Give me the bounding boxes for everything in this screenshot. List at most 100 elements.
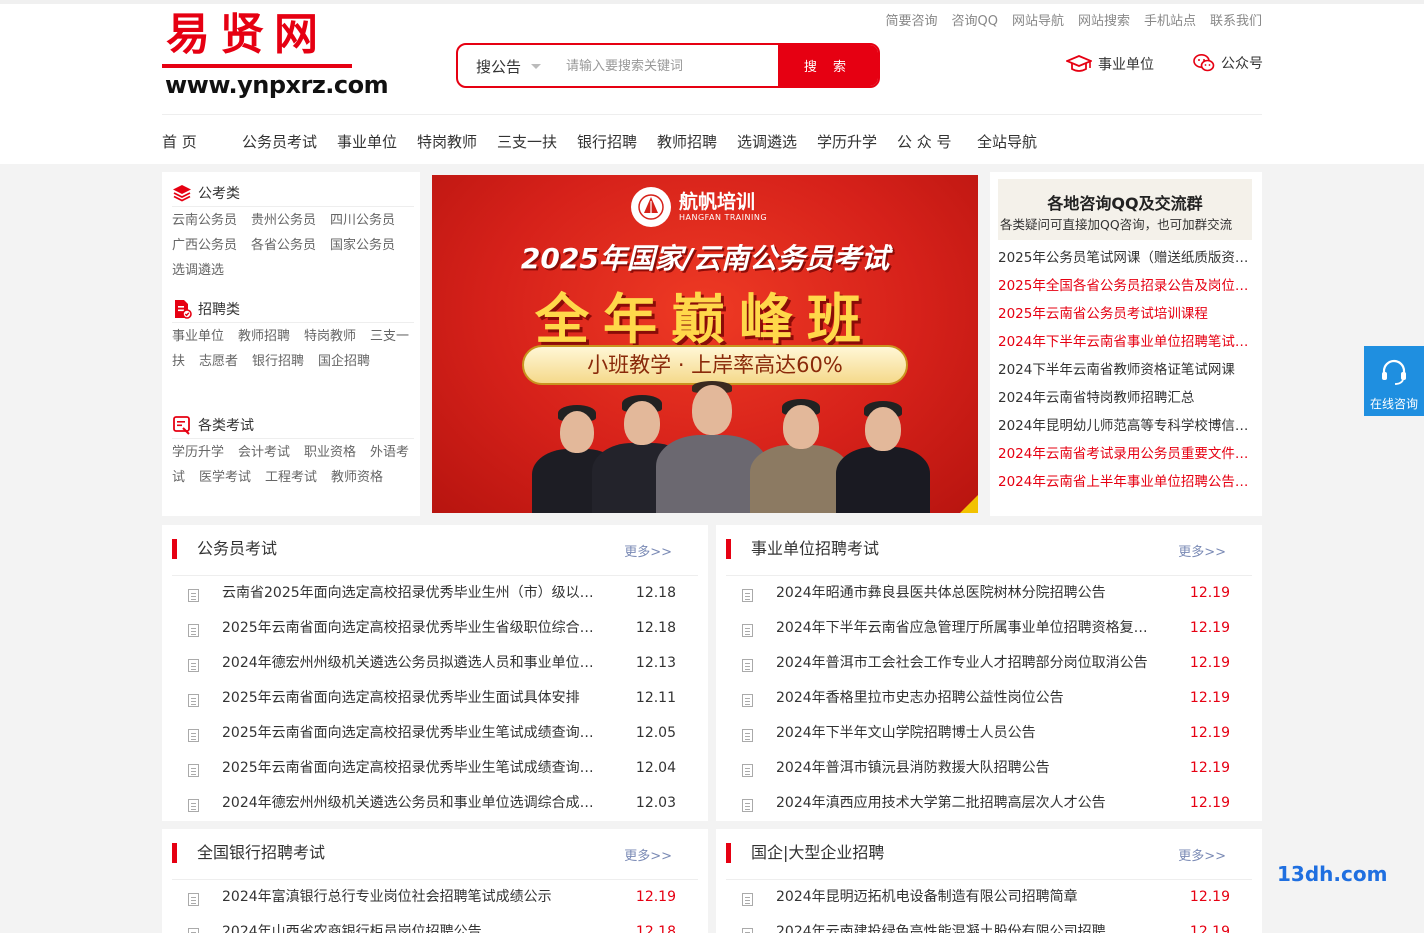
news-row[interactable]: 2024年山西省农商银行柜员岗位招聘公告 12.18: [186, 915, 676, 933]
news-row[interactable]: 2024年普洱市镇沅县消防救援大队招聘公告 12.19: [740, 751, 1230, 786]
top-link-consult-qq[interactable]: 咨询QQ: [951, 10, 997, 29]
qq-panel-subtitle: 各类疑问可直接加QQ咨询，也可加群交流: [1000, 217, 1233, 232]
section-title: 全国银行招聘考试: [172, 843, 325, 863]
news-row[interactable]: 2025年云南省面向选定高校招录优秀毕业生笔试成绩查询及资格复审 12.05: [186, 716, 676, 751]
qq-panel-link[interactable]: 2024年下半年云南省事业单位招聘笔试培训: [998, 328, 1252, 356]
qq-panel-link[interactable]: 2025年云南省公务员考试培训课程: [998, 300, 1252, 328]
logo-chinese-text: 易贤网: [166, 9, 328, 60]
more-link[interactable]: 更多>>: [624, 845, 672, 864]
category-link[interactable]: 事业单位: [172, 329, 224, 344]
section-public-institution: 事业单位招聘考试 更多>> 2024年昭通市彝良县医共体总医院树林分院招聘公告 1…: [716, 525, 1262, 821]
news-row[interactable]: 2024年云南建投绿色高性能混凝土股份有限公司招聘 12.19: [740, 915, 1230, 933]
top-link-brief-consult[interactable]: 简要咨询: [885, 10, 937, 29]
news-row[interactable]: 2024年香格里拉市史志办招聘公益性岗位公告 12.19: [740, 681, 1230, 716]
category-link[interactable]: 广西公务员: [172, 238, 237, 253]
news-title: 2024年德宏州州级机关遴选公务员拟遴选人员和事业单位选调人员公示: [222, 655, 606, 671]
site-logo[interactable]: 易贤网 www.ynpxrz.com: [162, 9, 389, 102]
news-title: 2024年昭通市彝良县医共体总医院树林分院招聘公告: [776, 585, 1106, 601]
top-link-contact[interactable]: 联系我们: [1210, 10, 1262, 29]
category-link[interactable]: 选调遴选: [172, 263, 224, 278]
qq-panel-link[interactable]: 2024年云南省考试录用公务员重要文件汇编: [998, 440, 1252, 468]
category-links-exams: 学历升学 会计考试 职业资格 外语考试 医学考试 工程考试 教师资格: [172, 440, 412, 490]
quick-link-wechat[interactable]: 公众号: [1193, 53, 1263, 73]
category-link[interactable]: 教师招聘: [238, 329, 290, 344]
category-link[interactable]: 银行招聘: [252, 354, 304, 369]
category-link[interactable]: 国家公务员: [330, 238, 395, 253]
nav-education[interactable]: 学历升学: [817, 131, 877, 152]
category-head-exams: 各类考试: [172, 415, 254, 435]
online-consult-button[interactable]: 在线咨询: [1364, 346, 1424, 416]
nav-teacher-recruit[interactable]: 教师招聘: [657, 131, 717, 152]
news-date: 12.18: [635, 924, 676, 933]
more-link[interactable]: 更多>>: [1178, 845, 1226, 864]
search-input[interactable]: [566, 53, 776, 79]
category-panel: 公考类 云南公务员 贵州公务员 四川公务员广西公务员 各省公务员 国家公务员选调遴选 招…: [162, 172, 420, 516]
qq-panel-link[interactable]: 2025年公务员笔试网课（赠送纸质版资料）: [998, 244, 1252, 272]
news-title: 2024年云南建投绿色高性能混凝土股份有限公司招聘: [776, 924, 1106, 933]
more-link[interactable]: 更多>>: [1178, 541, 1226, 560]
nav-sanzhi-yifu[interactable]: 三支一扶: [497, 131, 557, 152]
qq-panel-link[interactable]: 2024年昆明幼儿师范高等专科学校博信息汇总: [998, 412, 1252, 440]
category-link[interactable]: 国企招聘: [318, 354, 370, 369]
news-row[interactable]: 2024年下半年文山学院招聘博士人员公告 12.19: [740, 716, 1230, 751]
qq-panel-link[interactable]: 2024下半年云南省教师资格证笔试网课: [998, 356, 1252, 384]
search-button[interactable]: 搜 索: [778, 45, 878, 86]
qq-panel-link[interactable]: 2025年全国各省公务员招录公告及岗位表汇总: [998, 272, 1252, 300]
nav-public-institution[interactable]: 事业单位: [337, 131, 397, 152]
news-row[interactable]: 2024年德宏州州级机关遴选公务员拟遴选人员和事业单位选调人员公示 12.13: [186, 646, 676, 681]
qq-panel-link[interactable]: 2024年云南省特岗教师招聘汇总: [998, 384, 1252, 412]
section-bank: 全国银行招聘考试 更多>> 2024年富滇银行总行专业岗位社会招聘笔试成绩公示 1…: [162, 829, 708, 933]
category-link[interactable]: 工程考试: [265, 470, 317, 485]
banner-headline: 2025年国家/云南公务员考试: [520, 242, 890, 275]
news-row[interactable]: 2025年云南省面向选定高校招录优秀毕业生笔试成绩查询通知 12.04: [186, 751, 676, 786]
category-link[interactable]: 特岗教师: [304, 329, 356, 344]
nav-official-account[interactable]: 公 众 号: [897, 131, 952, 152]
category-link[interactable]: 会计考试: [238, 445, 290, 460]
nav-bank-recruit[interactable]: 银行招聘: [577, 131, 637, 152]
news-row[interactable]: 2024年昆明迈拓机电设备制造有限公司招聘简章 12.19: [740, 880, 1230, 915]
quick-link-wechat-label: 公众号: [1221, 56, 1263, 72]
nav-civil-servant[interactable]: 公务员考试: [242, 131, 317, 152]
nav-special-teacher[interactable]: 特岗教师: [417, 131, 477, 152]
news-row[interactable]: 2024年富滇银行总行专业岗位社会招聘笔试成绩公示 12.19: [186, 880, 676, 915]
nav-site-map[interactable]: 全站导航: [977, 131, 1037, 152]
quick-link-unit[interactable]: 事业单位: [1066, 53, 1154, 75]
more-link[interactable]: 更多>>: [624, 541, 672, 560]
category-link[interactable]: 云南公务员: [172, 213, 237, 228]
news-date: 12.19: [1189, 924, 1230, 933]
category-link[interactable]: 各省公务员: [251, 238, 316, 253]
wechat-icon: [1193, 54, 1215, 72]
top-link-site-search[interactable]: 网站搜索: [1078, 10, 1130, 29]
category-head-recruit: 招聘类: [172, 299, 240, 319]
category-divider: [172, 322, 414, 323]
nav-home[interactable]: 首 页: [162, 131, 197, 152]
qq-panel-link[interactable]: 2024年云南省上半年事业单位招聘公告汇总: [998, 468, 1252, 496]
watermark-text: 13dh.com: [1277, 862, 1388, 886]
news-row[interactable]: 2024年德宏州州级机关遴选公务员和事业单位选调综合成绩公示 12.03: [186, 786, 676, 821]
category-link[interactable]: 贵州公务员: [251, 213, 316, 228]
top-link-mobile[interactable]: 手机站点: [1144, 10, 1196, 29]
category-link[interactable]: 四川公务员: [330, 213, 395, 228]
news-row[interactable]: 2024年昭通市彝良县医共体总医院树林分院招聘公告 12.19: [740, 576, 1230, 611]
news-row[interactable]: 2025年云南省面向选定高校招录优秀毕业生省级职位综合成绩公示 12.18: [186, 611, 676, 646]
qq-panel-header: 各地咨询QQ及交流群 各类疑问可直接加QQ咨询，也可加群交流: [998, 179, 1252, 240]
category-link[interactable]: 医学考试: [199, 470, 251, 485]
promo-banner[interactable]: 航帆培训 HANGFAN TRAINING 2025年国家/云南公务员考试 全年…: [432, 175, 978, 513]
news-row[interactable]: 2025年云南省面向选定高校招录优秀毕业生面试具体安排 12.11: [186, 681, 676, 716]
top-link-site-nav[interactable]: 网站导航: [1012, 10, 1064, 29]
document-icon: [742, 729, 753, 742]
news-row[interactable]: 云南省2025年面向选定高校招录优秀毕业生州（市）级以下公务员公告 12.18: [186, 576, 676, 611]
nav-selection[interactable]: 选调遴选: [737, 131, 797, 152]
category-link[interactable]: 志愿者: [199, 354, 238, 369]
news-date: 12.19: [1189, 725, 1230, 741]
news-row[interactable]: 2024年滇西应用技术大学第二批招聘高层次人才公告 12.19: [740, 786, 1230, 821]
category-link[interactable]: 教师资格: [331, 470, 383, 485]
document-icon: [188, 799, 199, 812]
news-row[interactable]: 2024年下半年云南省应急管理厅所属事业单位招聘资格复审公告 12.19: [740, 611, 1230, 646]
category-link[interactable]: 职业资格: [304, 445, 356, 460]
news-row[interactable]: 2024年普洱市工会社会工作专业人才招聘部分岗位取消公告 12.19: [740, 646, 1230, 681]
banner-brand-name: 航帆培训: [679, 191, 756, 213]
category-link[interactable]: 学历升学: [172, 445, 224, 460]
search-type-select[interactable]: 搜公告: [476, 56, 542, 77]
news-date: 12.04: [635, 760, 676, 776]
